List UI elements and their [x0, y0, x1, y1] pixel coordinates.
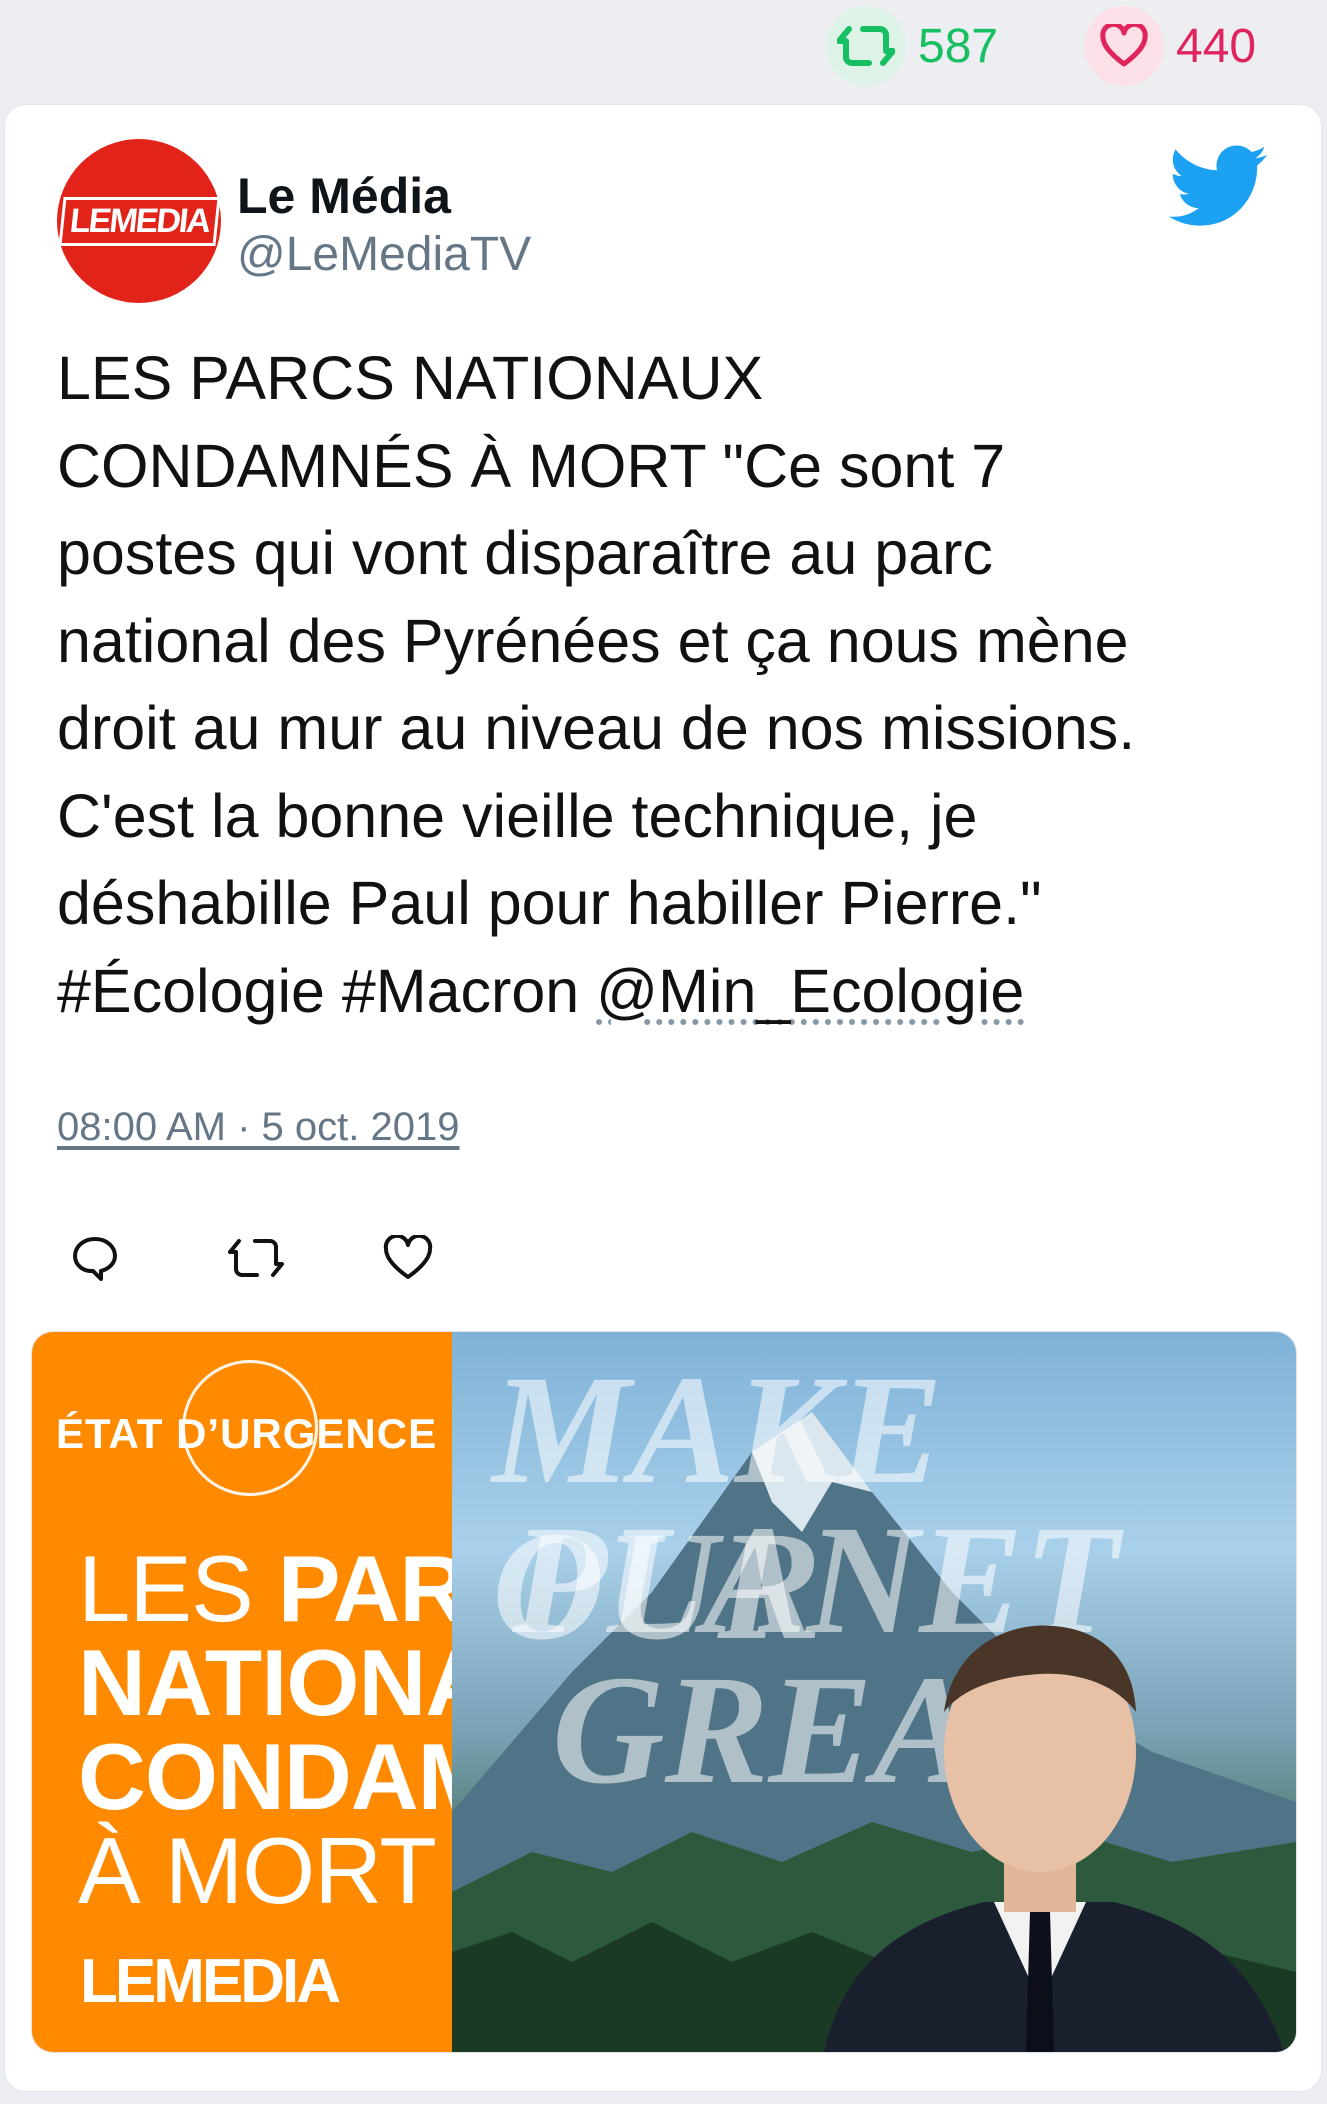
media-photo-panel: MAKE OUR PLANET GREAT	[452, 1332, 1296, 2052]
person-photo	[824, 1625, 1284, 2052]
tweet-timestamp[interactable]: 08:00 AM · 5 oct. 2019	[57, 1105, 459, 1150]
tweet-line: CONDAMNÉS À MORT "Ce sont 7	[57, 431, 1006, 500]
retweet-icon	[228, 1239, 284, 1277]
heart-icon	[383, 1235, 433, 1279]
engagement-stats: 587 440	[0, 0, 1327, 100]
reply-icon	[73, 1237, 117, 1281]
retweet-icon[interactable]	[826, 6, 906, 86]
media-brand-logo: LEMEDIA	[80, 1947, 341, 2016]
like-count: 440	[1176, 19, 1257, 73]
like-button[interactable]	[383, 1223, 539, 1293]
twitter-bird-icon[interactable]	[1169, 145, 1269, 229]
mention-link[interactable]: @Min_Ecologie	[596, 957, 1024, 1025]
reply-button[interactable]	[71, 1223, 227, 1293]
media-kicker: ÉTAT D’URGENCE	[56, 1410, 438, 1457]
tweet-tags-line: #Écologie #Macron @Min_Ecologie	[57, 948, 1277, 1036]
retweet-button[interactable]	[227, 1223, 383, 1293]
author-handle[interactable]: @LeMediaTV	[237, 227, 531, 282]
retweet-count: 587	[918, 19, 999, 73]
tweet-text: LES PARCS NATIONAUX CONDAMNÉS À MORT "Ce…	[57, 335, 1277, 1035]
tweet-line: déshabille Paul pour habiller Pierre."	[57, 869, 1042, 937]
retweet-stat[interactable]: 587	[826, 6, 998, 86]
like-stat[interactable]: 440	[1084, 6, 1256, 86]
headline-light: LES	[78, 1536, 278, 1641]
media-orange-panel: ÉTAT D’URGENCE LES PARCS NATIONAUX CONDA…	[32, 1332, 686, 2052]
heart-icon[interactable]	[1084, 6, 1164, 86]
tweet-media-image[interactable]: ÉTAT D’URGENCE LES PARCS NATIONAUX CONDA…	[31, 1331, 1297, 2053]
hashtags[interactable]: #Écologie #Macron	[57, 957, 579, 1025]
tweet-line: national des Pyrénées et ça nous mène	[57, 606, 1129, 675]
avatar-logo: LEMEDIA	[57, 196, 221, 246]
tweet-actions	[71, 1223, 539, 1293]
tweet-line: droit au mur au niveau de nos missions.	[57, 694, 1136, 762]
tweet-line: LES PARCS NATIONAUX	[57, 344, 764, 412]
avatar[interactable]: LEMEDIA	[57, 139, 221, 303]
tweet-card: LEMEDIA Le Média @LeMediaTV LES PARCS NA…	[4, 104, 1322, 2092]
tweet-line: postes qui vont disparaître au parc	[57, 519, 993, 587]
tweet-line: C'est la bonne vieille technique, je	[57, 781, 978, 850]
author-name[interactable]: Le Média	[237, 167, 451, 225]
